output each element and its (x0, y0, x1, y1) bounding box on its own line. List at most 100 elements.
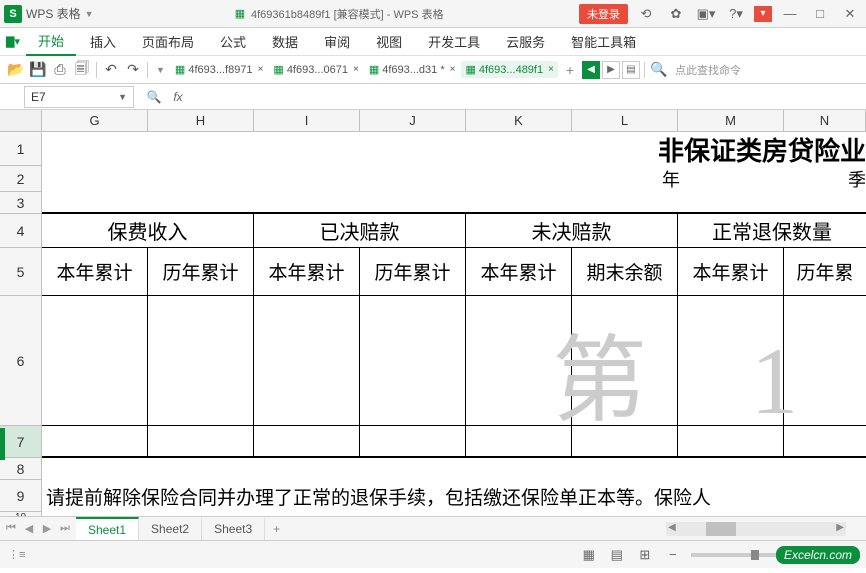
menu-toolbox[interactable]: 智能工具箱 (559, 28, 648, 55)
col-header-h[interactable]: H (148, 110, 254, 131)
row-header-9[interactable]: 9 (0, 480, 41, 512)
view-normal-icon[interactable]: ▦ (579, 547, 599, 563)
sub-n5[interactable]: 历年累 (784, 248, 866, 295)
row-header-4[interactable]: 4 (0, 214, 41, 248)
sub-h5[interactable]: 历年累计 (148, 248, 254, 295)
statusbar: ⋮≡ ▦ ▤ ⊞ − + 145 % Excelcn.com (0, 540, 866, 568)
nav-next-icon[interactable]: ▶ (602, 61, 620, 79)
menu-formula[interactable]: 公式 (208, 28, 258, 55)
file-tab-2[interactable]: ▦4f693...0671× (269, 61, 362, 78)
sub-m5[interactable]: 本年累计 (678, 248, 784, 295)
menu-insert[interactable]: 插入 (78, 28, 128, 55)
skin-icon[interactable]: ▣▾ (694, 4, 718, 24)
row-header-7[interactable]: 7 (0, 426, 41, 458)
close-icon[interactable]: ✕ (838, 4, 862, 24)
sub-k5[interactable]: 本年累计 (466, 248, 572, 295)
open-icon[interactable]: 📂 (6, 60, 26, 80)
file-tab-4[interactable]: ▦4f693...489f1× (461, 61, 557, 78)
formula-input[interactable] (190, 86, 866, 108)
fx-icon[interactable]: fx (166, 87, 190, 107)
search-hint[interactable]: 点此查找命令 (675, 62, 741, 78)
sheet-last-icon[interactable]: ⏭ (58, 522, 72, 536)
maximize-icon[interactable]: □ (808, 4, 832, 24)
row-header-1[interactable]: 1 (0, 132, 41, 166)
nav-prev-icon[interactable]: ◀ (582, 61, 600, 79)
zoom-out-icon[interactable]: − (663, 547, 683, 563)
menu-data[interactable]: 数据 (260, 28, 310, 55)
sheet-first-icon[interactable]: ⏮ (4, 522, 18, 536)
row-header-8[interactable]: 8 (0, 458, 41, 480)
view-break-icon[interactable]: ⊞ (635, 547, 655, 563)
note-text[interactable]: 请提前解除保险合同并办理了正常的退保手续，包括缴还保险单正本等。保险人 (42, 480, 866, 512)
quarter-cell[interactable]: 季 (724, 166, 866, 192)
header-pending[interactable]: 未决赔款 (466, 214, 678, 247)
row-header-5[interactable]: 5 (0, 248, 41, 296)
year-cell[interactable]: 年 (618, 166, 724, 192)
formula-bar: E7 ▼ 🔍 fx (0, 84, 866, 110)
col-header-i[interactable]: I (254, 110, 360, 131)
menu-layout[interactable]: 页面布局 (130, 28, 206, 55)
zoom-thumb[interactable] (751, 550, 759, 560)
select-all-corner[interactable] (0, 110, 42, 132)
search-fx-icon[interactable]: 🔍 (142, 87, 166, 107)
scroll-thumb[interactable] (706, 522, 736, 536)
row-header-3[interactable]: 3 (0, 192, 41, 214)
status-menu-icon[interactable]: ⋮≡ (8, 548, 25, 561)
sheet-tab-2[interactable]: Sheet2 (139, 518, 202, 540)
close-icon: × (258, 64, 264, 75)
nav-list-icon[interactable]: ▤ (622, 61, 640, 79)
col-header-m[interactable]: M (678, 110, 784, 131)
file-tab-3[interactable]: ▦4f693...d31 *× (365, 61, 460, 78)
sub-l5[interactable]: 期末余额 (572, 248, 678, 295)
preview-icon[interactable]: 🗐 (72, 60, 92, 80)
dropdown-icon[interactable]: ▼ (118, 92, 127, 102)
sheet-tab-3[interactable]: Sheet3 (202, 518, 265, 540)
sheet-prev-icon[interactable]: ◀ (22, 522, 36, 536)
sheet-next-icon[interactable]: ▶ (40, 522, 54, 536)
view-page-icon[interactable]: ▤ (607, 547, 627, 563)
menu-cloud[interactable]: 云服务 (494, 28, 557, 55)
menu-view[interactable]: 视图 (364, 28, 414, 55)
row-header-10[interactable]: 10 (0, 512, 41, 516)
print-icon[interactable]: ⎙ (50, 60, 70, 80)
save-icon[interactable]: 💾 (28, 60, 48, 80)
horizontal-scrollbar[interactable]: ◀ ▶ (666, 522, 846, 536)
toolbar-dropdown-icon[interactable]: ▼ (156, 65, 165, 75)
search-icon[interactable]: 🔍 (649, 60, 669, 80)
col-header-g[interactable]: G (42, 110, 148, 131)
spreadsheet-grid[interactable]: G H I J K L M N 1 2 3 4 5 6 7 8 9 10 非保证… (0, 110, 866, 516)
header-premium[interactable]: 保费收入 (42, 214, 254, 247)
row-header-2[interactable]: 2 (0, 166, 41, 192)
close-icon: × (450, 64, 456, 75)
col-header-k[interactable]: K (466, 110, 572, 131)
sub-g5[interactable]: 本年累计 (42, 248, 148, 295)
settings-icon[interactable]: ✿ (664, 4, 688, 24)
sub-i5[interactable]: 本年累计 (254, 248, 360, 295)
header-settled[interactable]: 已决赔款 (254, 214, 466, 247)
col-header-l[interactable]: L (572, 110, 678, 131)
add-tab-icon[interactable]: + (560, 60, 580, 80)
title-cell[interactable]: 非保证类房贷险业 (42, 132, 866, 166)
login-badge[interactable]: 未登录 (579, 4, 628, 24)
col-header-j[interactable]: J (360, 110, 466, 131)
col-header-n[interactable]: N (784, 110, 866, 131)
row-header-6[interactable]: 6 (0, 296, 41, 426)
header-surrender[interactable]: 正常退保数量 (678, 214, 866, 247)
undo-icon[interactable]: ↶ (101, 60, 121, 80)
file-tab-1[interactable]: ▦4f693...f8971× (171, 61, 267, 78)
menu-review[interactable]: 审阅 (312, 28, 362, 55)
cells: 非保证类房贷险业 年 季 保费收入 已决赔款 未决赔款 正常退保数量 本年累计 … (42, 132, 866, 516)
menu-dev[interactable]: 开发工具 (416, 28, 492, 55)
menu-dropdown-icon[interactable]: ▇▾ (6, 35, 20, 48)
caret-icon[interactable]: ▾ (754, 6, 772, 22)
sheet-tab-1[interactable]: Sheet1 (76, 517, 139, 541)
dropdown-icon[interactable]: ▼ (85, 9, 94, 19)
help-icon[interactable]: ?▾ (724, 4, 748, 24)
name-box[interactable]: E7 ▼ (24, 86, 134, 108)
minimize-icon[interactable]: — (778, 4, 802, 24)
menu-start[interactable]: 开始 (26, 27, 76, 56)
sync-icon[interactable]: ⟲ (634, 4, 658, 24)
sub-j5[interactable]: 历年累计 (360, 248, 466, 295)
redo-icon[interactable]: ↷ (123, 60, 143, 80)
add-sheet-icon[interactable]: + (265, 518, 288, 540)
